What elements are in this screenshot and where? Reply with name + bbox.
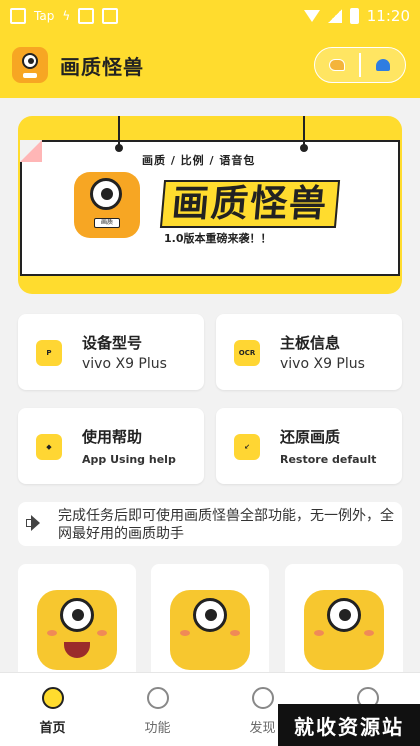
notification-icon — [78, 8, 95, 24]
gallery-icon — [10, 8, 26, 24]
card-value: Restore default — [280, 453, 377, 466]
mascot-icon: 画质 — [74, 172, 140, 238]
watermark: 就收资源站 — [278, 704, 420, 746]
notice-bar[interactable]: 完成任务后即可使用画质怪兽全部功能，无一例外，全网最好用的画质助手 — [18, 502, 402, 546]
app-title: 画质怪兽 — [60, 54, 144, 79]
restore-icon: ↙ — [234, 434, 260, 460]
battery-icon — [349, 8, 359, 24]
ocr-icon: OCR — [234, 340, 260, 366]
nav-features[interactable]: 功能 — [105, 673, 210, 746]
pen-icon: P — [36, 340, 62, 366]
monster-icon — [37, 590, 117, 670]
home-icon — [41, 687, 64, 709]
bell-icon — [376, 59, 390, 71]
help-card[interactable]: ◆ 使用帮助 App Using help — [18, 408, 204, 484]
card-value: vivo X9 Plus — [82, 356, 167, 372]
banner-tagline: 1.0版本重磅来袭！！ — [164, 232, 272, 245]
monster-icon — [170, 590, 250, 670]
capsule-left-button[interactable] — [315, 48, 359, 82]
banner-hanger-left — [115, 116, 123, 152]
capsule-right-button[interactable] — [361, 48, 405, 82]
monster-icon — [304, 590, 384, 670]
promo-banner[interactable]: 画质 / 比例 / 语音包 画质 画质怪兽 1.0版本重磅来袭！！ — [18, 116, 402, 294]
app-logo-icon — [12, 47, 48, 83]
status-left: Tap ϟ — [10, 8, 119, 24]
card-title: 还原画质 — [280, 428, 341, 446]
restore-card[interactable]: ↙ 还原画质 Restore default — [216, 408, 402, 484]
chat-icon — [251, 687, 274, 709]
notification-icon-2 — [102, 8, 119, 24]
mini-program-capsule[interactable] — [314, 47, 406, 83]
speaker-icon — [26, 514, 44, 532]
card-title: 主板信息 — [280, 334, 341, 352]
status-bar: Tap ϟ 11:20 — [0, 0, 420, 32]
banner-headline: 画质怪兽 — [159, 180, 341, 228]
card-value: App Using help — [82, 453, 176, 466]
layers-icon: ◆ — [36, 434, 62, 460]
carrier-label: Tap — [34, 9, 55, 23]
character-card[interactable] — [285, 564, 403, 674]
nav-label: 发现 — [249, 721, 276, 736]
notice-text: 完成任务后即可使用画质怪兽全部功能，无一例外，全网最好用的画质助手 — [58, 508, 394, 542]
device-model-card[interactable]: P 设备型号 vivo X9 Plus — [18, 314, 204, 390]
card-title: 设备型号 — [82, 334, 143, 352]
status-right: 11:20 — [303, 7, 410, 25]
board-info-card[interactable]: OCR 主板信息 vivo X9 Plus — [216, 314, 402, 390]
share-icon — [329, 59, 345, 71]
nav-label: 首页 — [39, 721, 66, 736]
signal-icon — [327, 9, 342, 23]
nav-label: 功能 — [144, 721, 171, 736]
character-card[interactable] — [18, 564, 136, 674]
banner-hanger-right — [300, 116, 308, 152]
card-value: vivo X9 Plus — [280, 356, 365, 372]
banner-subtitle: 画质 / 比例 / 语音包 — [142, 154, 256, 167]
card-title: 使用帮助 — [82, 428, 143, 446]
mascot-label: 画质 — [94, 218, 120, 228]
banner-corner-fold — [20, 140, 42, 162]
nav-home[interactable]: 首页 — [0, 673, 105, 746]
wifi-icon — [303, 10, 320, 22]
app-header: 画质怪兽 — [0, 32, 420, 98]
heart-shield-icon — [146, 687, 169, 709]
clock: 11:20 — [366, 7, 410, 25]
character-card[interactable] — [151, 564, 269, 674]
flash-icon: ϟ — [62, 9, 71, 23]
